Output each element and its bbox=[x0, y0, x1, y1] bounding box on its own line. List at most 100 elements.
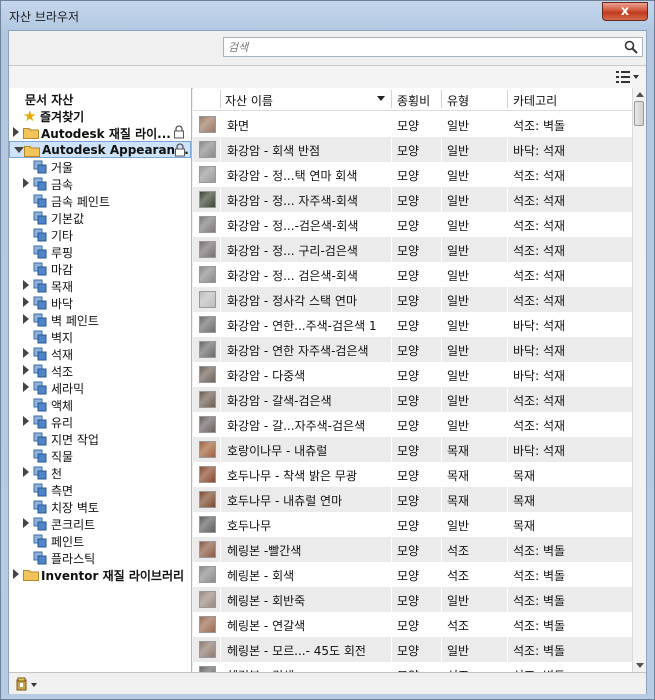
column-separator[interactable] bbox=[441, 90, 442, 108]
tree-category-row[interactable]: 금속 페인트 bbox=[9, 192, 191, 209]
tree-favorites-row[interactable]: ★ 즐겨찾기 bbox=[9, 107, 191, 125]
table-row[interactable]: 호두나무 - 착색 밝은 무광 모양 목재 목재 bbox=[193, 462, 632, 487]
expand-icon[interactable] bbox=[23, 280, 29, 290]
tree-library-row[interactable]: Inventor 재질 라이브러리 bbox=[9, 566, 191, 583]
row-divider bbox=[441, 237, 442, 262]
expand-icon[interactable] bbox=[23, 416, 29, 426]
scroll-thumb[interactable] bbox=[634, 101, 644, 126]
table-row[interactable]: 화강암 - 다중색 모양 일반 바닥: 석재 bbox=[193, 362, 632, 387]
tree-category-row[interactable]: 지면 작업 bbox=[9, 430, 191, 447]
column-header-category[interactable]: 카테고리 bbox=[513, 92, 557, 109]
table-row[interactable]: 화강암 - 정사각 스택 연마 모양 일반 석조: 석재 bbox=[193, 287, 632, 312]
table-row[interactable]: 화강암 - 갈...자주색-검은색 모양 일반 석조: 석재 bbox=[193, 412, 632, 437]
list-view-icon[interactable] bbox=[614, 69, 640, 85]
tree-category-row[interactable]: 바닥 bbox=[9, 294, 191, 311]
tree-category-row[interactable]: 기타 bbox=[9, 226, 191, 243]
table-row[interactable]: 헤링본 - 연갈색 모양 석조 석조: 벽돌 bbox=[193, 612, 632, 637]
table-row[interactable]: 화강암 - 연한...주색-검은색 1 모양 일반 바닥: 석재 bbox=[193, 312, 632, 337]
tree-category-row[interactable]: 측면 bbox=[9, 481, 191, 498]
category-label: 벽지 bbox=[51, 331, 74, 345]
column-header-aspect[interactable]: 종횡비 bbox=[397, 92, 430, 109]
row-divider bbox=[507, 287, 508, 312]
tree-category-row[interactable]: 천 bbox=[9, 464, 191, 481]
tree-category-row[interactable]: 목재 bbox=[9, 277, 191, 294]
tree-category-row[interactable]: 유리 bbox=[9, 413, 191, 430]
expand-icon[interactable] bbox=[23, 518, 29, 528]
row-divider bbox=[441, 137, 442, 162]
tree-category-row[interactable]: 석재 bbox=[9, 345, 191, 362]
tree-category-row[interactable]: 석조 bbox=[9, 362, 191, 379]
table-row[interactable]: 화강암 - 정... 검은색-회색 모양 일반 석조: 석재 bbox=[193, 262, 632, 287]
table-row[interactable]: 화강암 - 정... 자주색-회색 모양 일반 석조: 석재 bbox=[193, 187, 632, 212]
tree-category-row[interactable]: 액체 bbox=[9, 396, 191, 413]
asset-aspect: 모양 bbox=[397, 569, 420, 583]
asset-category: 석조: 석재 bbox=[513, 219, 566, 233]
column-header-name[interactable]: 자산 이름 bbox=[225, 92, 273, 109]
tree-category-row[interactable]: 기본값 bbox=[9, 209, 191, 226]
table-row[interactable]: 헤링본 - 모르...- 45도 회전 모양 일반 석조: 벽돌 bbox=[193, 637, 632, 662]
row-divider bbox=[220, 612, 221, 637]
asset-name: 헤링본 - 연갈색 bbox=[227, 619, 306, 633]
tree-library-row[interactable]: Autodesk Appearan... bbox=[9, 141, 191, 158]
table-row[interactable]: 화강암 - 정...택 연마 회색 모양 일반 석조: 석재 bbox=[193, 162, 632, 187]
category-icon bbox=[33, 194, 47, 208]
tree-category-row[interactable]: 금속 bbox=[9, 175, 191, 192]
table-row[interactable]: 헤링본 - 회반죽 모양 일반 석조: 벽돌 bbox=[193, 587, 632, 612]
table-row[interactable]: 헤링본 - 회색 모양 석조 석조: 벽돌 bbox=[193, 562, 632, 587]
table-row[interactable]: 헤링본 - 검색모양석조석조: 벽돌 bbox=[193, 662, 632, 672]
asset-name: 헤링본 - 모르...- 45도 회전 bbox=[227, 644, 366, 658]
table-row[interactable]: 호두나무 모양 일반 목재 bbox=[193, 512, 632, 537]
search-icon[interactable] bbox=[624, 40, 638, 54]
expand-icon[interactable] bbox=[23, 314, 29, 324]
column-separator[interactable] bbox=[391, 90, 392, 108]
expand-icon[interactable] bbox=[23, 178, 29, 188]
tree-category-row[interactable]: 마감 bbox=[9, 260, 191, 277]
asset-aspect: 모양 bbox=[397, 194, 420, 208]
tree-category-row[interactable]: 페인트 bbox=[9, 532, 191, 549]
table-row[interactable]: 화강암 - 정... 구리-검은색 모양 일반 석조: 석재 bbox=[193, 237, 632, 262]
scroll-up-icon[interactable] bbox=[636, 92, 644, 97]
table-row[interactable]: 화면 모양 일반 석조: 벽돌 bbox=[193, 112, 632, 137]
expand-icon[interactable] bbox=[23, 467, 29, 477]
tree-library-row[interactable]: Autodesk 재질 라이... bbox=[9, 124, 191, 141]
expand-icon[interactable] bbox=[13, 569, 19, 579]
title-bar[interactable]: 자산 브라우저 x bbox=[1, 1, 654, 29]
tree-category-row[interactable]: 벽 페인트 bbox=[9, 311, 191, 328]
library-menu-icon[interactable] bbox=[15, 676, 39, 691]
expand-icon[interactable] bbox=[23, 382, 29, 392]
category-label: 목재 bbox=[51, 280, 74, 294]
asset-aspect: 모양 bbox=[397, 169, 420, 183]
scroll-down-icon[interactable] bbox=[636, 663, 644, 668]
table-row[interactable]: 화강암 - 연한 자주색-검은색 모양 일반 바닥: 석재 bbox=[193, 337, 632, 362]
search-input[interactable] bbox=[228, 39, 618, 55]
tree-category-row[interactable]: 벽지 bbox=[9, 328, 191, 345]
tree-category-row[interactable]: 콘크리트 bbox=[9, 515, 191, 532]
expand-icon[interactable] bbox=[23, 297, 29, 307]
library-label: Autodesk Appearan... bbox=[42, 143, 189, 157]
tree-category-row[interactable]: 세라믹 bbox=[9, 379, 191, 396]
row-divider bbox=[391, 162, 392, 187]
tree-category-row[interactable]: 거울 bbox=[9, 158, 191, 175]
column-separator[interactable] bbox=[507, 90, 508, 108]
column-header-type[interactable]: 유형 bbox=[447, 92, 469, 109]
close-button[interactable]: x bbox=[602, 2, 648, 21]
table-row[interactable]: 호랑이나무 - 내츄럴 모양 목재 바닥: 석재 bbox=[193, 437, 632, 462]
expand-icon[interactable] bbox=[23, 348, 29, 358]
vertical-scrollbar[interactable] bbox=[632, 88, 646, 672]
expand-icon[interactable] bbox=[23, 365, 29, 375]
expand-icon[interactable] bbox=[13, 127, 19, 137]
search-box[interactable] bbox=[223, 37, 643, 57]
table-row[interactable]: 화강암 - 갈색-검은색 모양 일반 석조: 석재 bbox=[193, 387, 632, 412]
tree-category-row[interactable]: 치장 벽토 bbox=[9, 498, 191, 515]
row-divider bbox=[220, 112, 221, 137]
table-row[interactable]: 헤링본 -빨간색 모양 석조 석조: 벽돌 bbox=[193, 537, 632, 562]
collapse-icon[interactable] bbox=[14, 147, 24, 153]
tree-category-row[interactable]: 플라스틱 bbox=[9, 549, 191, 566]
table-row[interactable]: 호두나무 - 내츄럴 연마 모양 목재 목재 bbox=[193, 487, 632, 512]
tree-category-row[interactable]: 루핑 bbox=[9, 243, 191, 260]
tree-category-row[interactable]: 직물 bbox=[9, 447, 191, 464]
table-row[interactable]: 화강암 - 회색 반점 모양 일반 바닥: 석재 bbox=[193, 137, 632, 162]
table-row[interactable]: 화강암 - 정...-검은색-회색 모양 일반 석조: 석재 bbox=[193, 212, 632, 237]
category-icon bbox=[33, 364, 47, 378]
asset-type: 일반 bbox=[447, 294, 470, 308]
